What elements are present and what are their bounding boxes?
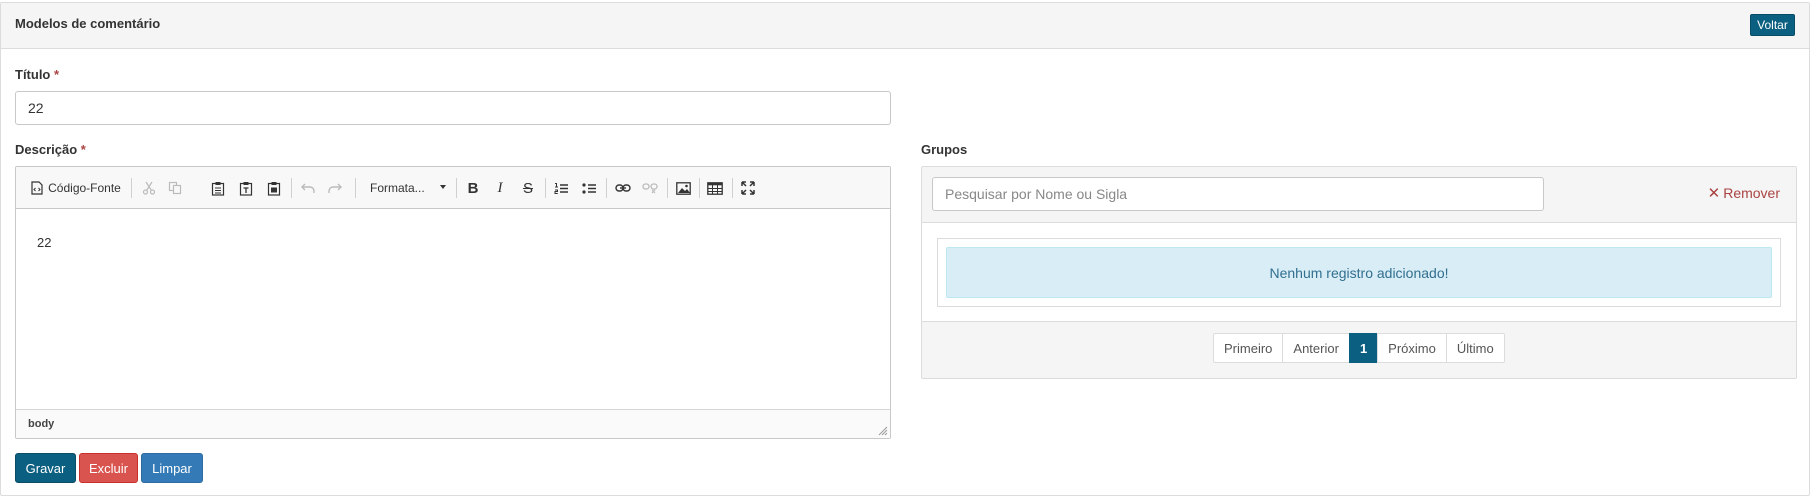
page-title: Modelos de comentário — [15, 16, 161, 31]
strike-button[interactable]: S — [517, 177, 539, 199]
rich-text-editor: Código-Fonte Formata... B I S 22 body — [15, 166, 891, 439]
unlink-button[interactable] — [639, 177, 661, 199]
toolbar-separator — [291, 178, 292, 198]
link-icon — [615, 184, 631, 192]
editor-content-area[interactable]: 22 — [16, 209, 890, 410]
toolbar-separator — [545, 178, 546, 198]
main-panel: Modelos de comentário Voltar Título * De… — [0, 2, 1810, 496]
titulo-label: Título * — [15, 67, 59, 82]
titulo-label-text: Título — [15, 67, 51, 82]
titulo-input[interactable] — [15, 91, 891, 125]
italic-button[interactable]: I — [489, 177, 511, 199]
copy-button[interactable] — [164, 177, 186, 199]
image-button[interactable] — [672, 177, 694, 199]
toolbar-separator — [667, 178, 668, 198]
page-first[interactable]: Primeiro — [1213, 333, 1284, 363]
grupos-panel: ✕ Remover Nenhum registro adicionado! Pr… — [921, 166, 1797, 379]
descricao-label: Descrição * — [15, 142, 86, 157]
grupos-search-area: ✕ Remover — [922, 167, 1796, 223]
toolbar-separator — [355, 178, 356, 198]
close-icon: ✕ — [1707, 185, 1721, 202]
page-prev[interactable]: Anterior — [1282, 333, 1350, 363]
redo-button[interactable] — [324, 177, 346, 199]
paste-icon — [211, 181, 225, 196]
editor-toolbar: Código-Fonte Formata... B I S — [16, 167, 890, 209]
toolbar-separator — [732, 178, 733, 198]
editor-content-text: 22 — [37, 235, 52, 250]
grupos-list: Nenhum registro adicionado! — [937, 238, 1781, 307]
delete-button[interactable]: Excluir — [79, 453, 138, 483]
numbered-list-button[interactable] — [550, 177, 572, 199]
toolbar-separator — [131, 178, 132, 198]
source-icon — [31, 181, 43, 195]
cut-icon — [142, 181, 156, 195]
clear-button[interactable]: Limpar — [141, 453, 203, 483]
image-icon — [675, 181, 691, 195]
remove-label: Remover — [1723, 185, 1780, 201]
maximize-icon — [741, 181, 755, 195]
page-current[interactable]: 1 — [1348, 333, 1379, 363]
paste-text-button[interactable] — [235, 177, 257, 199]
element-path[interactable]: body — [28, 418, 54, 430]
required-mark: * — [80, 142, 86, 157]
bold-icon: B — [467, 179, 479, 197]
grupos-search-input[interactable] — [932, 177, 1544, 211]
panel-header: Modelos de comentário Voltar — [1, 3, 1809, 49]
resize-grip-icon[interactable] — [878, 426, 888, 436]
paste-word-button[interactable] — [263, 177, 285, 199]
paste-button[interactable] — [207, 177, 229, 199]
grupos-label: Grupos — [921, 142, 968, 157]
pagination: Primeiro Anterior 1 Próximo Último — [1213, 333, 1505, 363]
copy-icon — [168, 181, 182, 195]
format-dropdown[interactable]: Formata... — [362, 177, 450, 199]
unlink-icon — [642, 183, 658, 194]
link-button[interactable] — [612, 177, 634, 199]
undo-icon — [301, 183, 315, 193]
table-button[interactable] — [704, 177, 726, 199]
format-label: Formata... — [370, 181, 425, 195]
maximize-button[interactable] — [737, 177, 759, 199]
remove-button[interactable]: ✕ Remover — [1708, 184, 1780, 202]
bulleted-list-icon — [581, 182, 596, 194]
empty-message: Nenhum registro adicionado! — [946, 247, 1772, 298]
italic-icon: I — [497, 179, 503, 196]
toolbar-separator — [699, 178, 700, 198]
toolbar-separator — [606, 178, 607, 198]
paste-word-icon — [267, 181, 281, 196]
descricao-label-text: Descrição — [15, 142, 78, 157]
source-label: Código-Fonte — [48, 181, 121, 195]
cut-button[interactable] — [138, 177, 160, 199]
save-button[interactable]: Gravar — [15, 453, 76, 483]
required-mark: * — [54, 67, 60, 82]
toolbar-separator — [456, 178, 457, 198]
grupos-list-area: Nenhum registro adicionado! — [922, 223, 1796, 322]
back-button[interactable]: Voltar — [1750, 14, 1795, 36]
redo-icon — [328, 183, 342, 193]
table-icon — [707, 181, 723, 195]
page-last[interactable]: Último — [1445, 333, 1505, 363]
source-button[interactable]: Código-Fonte — [30, 177, 122, 199]
page-next[interactable]: Próximo — [1377, 333, 1447, 363]
strike-icon: S — [522, 179, 533, 197]
undo-button[interactable] — [297, 177, 319, 199]
paste-text-icon — [239, 181, 253, 196]
editor-statusbar: body — [16, 409, 890, 438]
chevron-down-icon — [440, 185, 446, 189]
bulleted-list-button[interactable] — [578, 177, 600, 199]
numbered-list-icon — [554, 182, 568, 194]
bold-button[interactable]: B — [462, 177, 484, 199]
